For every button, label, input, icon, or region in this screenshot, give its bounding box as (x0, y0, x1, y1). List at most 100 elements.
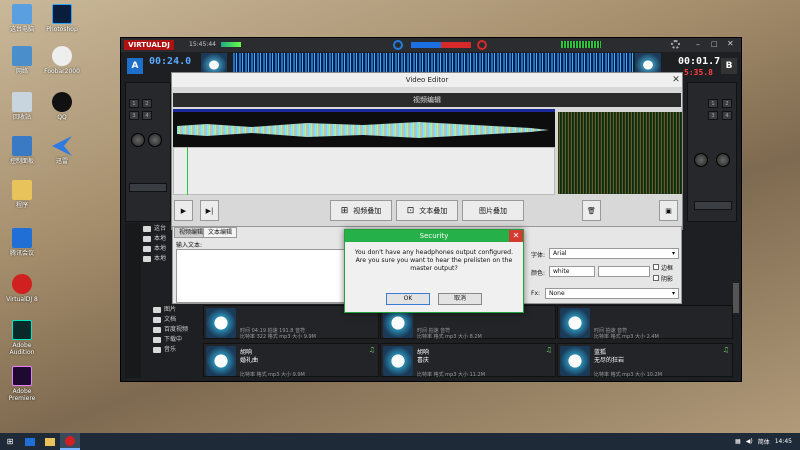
deck-b-controls: 1 2 3 4 (687, 82, 737, 222)
desktop-icon-label: 迅雷 (55, 158, 68, 165)
desktop-icon-foobar[interactable]: Foobar2000 (40, 46, 84, 75)
desktop-icon-label: Foobar2000 (44, 68, 80, 75)
playhead[interactable] (187, 147, 188, 195)
dialog-close-icon[interactable]: ✕ (509, 230, 523, 242)
color-swatch[interactable] (598, 266, 650, 277)
desktop-icon-virtualdj[interactable]: VirtualDJ 8 (0, 274, 44, 303)
folder-icon (153, 347, 161, 353)
desktop-icon-photoshop[interactable]: Photoshop (40, 4, 84, 33)
security-dialog: Security ✕ You don't have any headphones… (344, 229, 524, 313)
hotcue-2-b-button[interactable]: 2 (722, 99, 732, 108)
track-tile[interactable]: 胡响 喜庆 比特率 格式 mp3 大小 11.2M ♫ (380, 343, 556, 378)
desktop-icon-programs[interactable]: 程序 (0, 180, 44, 209)
hotcue-1-button[interactable]: 1 (129, 99, 139, 108)
meeting-icon (25, 437, 35, 446)
ime-indicator[interactable]: 简体 (758, 437, 770, 446)
save-button[interactable]: ▣ (659, 200, 678, 221)
rec-button[interactable] (477, 40, 487, 50)
hotcue-1-b-button[interactable]: 1 (708, 99, 718, 108)
desktop-icon-control-panel[interactable]: 控制面板 (0, 136, 44, 165)
folder-icon (153, 317, 161, 323)
tree-item[interactable]: 图片 (121, 305, 201, 315)
settings-gear-icon[interactable] (671, 40, 680, 49)
desktop-icon-qq[interactable]: QQ (40, 92, 84, 121)
crossfader-indicator[interactable] (411, 42, 471, 48)
hotcue-2-button[interactable]: 2 (142, 99, 152, 108)
video-waveform[interactable] (173, 112, 555, 147)
desktop-icon-label: QQ (57, 114, 67, 121)
desktop-icon-network[interactable]: 网络 (0, 46, 44, 75)
deck-b-sync-button[interactable] (694, 201, 732, 210)
shadow-checkbox[interactable] (653, 275, 659, 281)
network-icon[interactable]: ▦ (735, 438, 741, 445)
tree-item[interactable]: 百度视频 (121, 325, 201, 335)
tab-text-edit[interactable]: 文本编辑 (203, 227, 238, 238)
tree-item[interactable]: 音乐 (121, 345, 201, 355)
tree-item[interactable]: 下载中 (121, 335, 201, 345)
play-button[interactable]: ▶ (174, 200, 193, 221)
fx-select[interactable]: None ▾ (545, 288, 679, 299)
save-disk-icon: ▣ (665, 206, 672, 215)
desktop-icon-recycle-bin[interactable]: 回收站 (0, 92, 44, 121)
ok-button[interactable]: OK (386, 293, 430, 305)
image-overlay-button[interactable]: 图片叠加 (462, 200, 524, 221)
deck-a-gain-knob[interactable] (131, 133, 145, 147)
desktop-icon-label: Photoshop (46, 26, 78, 33)
track-tile[interactable]: 时间 拍速 音符 比特率 格式 mp3 大小 2.4M (557, 305, 733, 340)
vdj-logo: VIRTUALDJ (124, 40, 174, 50)
desktop-icon-label: VirtualDJ 8 (6, 296, 38, 303)
minimize-button[interactable]: – (696, 40, 700, 49)
taskbar-app-meeting[interactable] (20, 433, 40, 450)
border-checkbox[interactable] (653, 264, 659, 270)
font-select[interactable]: Arial ▾ (549, 248, 679, 259)
taskbar-app-explorer[interactable] (40, 433, 60, 450)
vdj-top-bar: VIRTUALDJ 15:45:44 – □ ✕ (121, 38, 741, 52)
maximize-button[interactable]: □ (711, 40, 718, 48)
desktop-icon-label: 控制面板 (9, 158, 34, 165)
desktop-icon-premiere[interactable]: Adobe Premiere (0, 366, 44, 402)
photoshop-icon (52, 4, 72, 24)
color-input[interactable]: white (549, 266, 595, 277)
hotcue-4-button[interactable]: 4 (142, 111, 152, 120)
folder-icon (143, 246, 151, 252)
desktop-icon-thunder[interactable]: 迅雷 (40, 136, 84, 165)
start-button[interactable]: ⊞ (0, 433, 20, 450)
browser-scrollbar[interactable] (733, 283, 739, 313)
cancel-button[interactable]: 取消 (438, 293, 482, 305)
text-overlay-button[interactable]: ⊡ 文本叠加 (396, 200, 458, 221)
video-timeline[interactable] (173, 147, 555, 195)
music-note-icon: ♫ (722, 346, 729, 354)
track-tile[interactable]: 胡响 婚礼曲 比特率 格式 mp3 大小 9.9M ♫ (203, 343, 379, 378)
fx-label: Fx: (531, 290, 541, 297)
taskbar-app-virtualdj[interactable] (60, 433, 80, 450)
volume-icon[interactable]: ◀) (746, 438, 753, 445)
track-tile[interactable]: 蓝狐 无尽的狂岩 比特率 格式 mp3 大小 10.2M ♫ (557, 343, 733, 378)
desktop-icon-computer[interactable]: 这台电脑 (0, 4, 44, 33)
deck-a-filter-knob[interactable] (148, 133, 162, 147)
text-input-area[interactable] (176, 249, 346, 303)
deck-b-filter-knob[interactable] (716, 153, 730, 167)
video-overlay-button[interactable]: ⊞ 视频叠加 (330, 200, 392, 221)
folder-icon (143, 256, 151, 262)
clock[interactable]: 14:45 (775, 438, 792, 445)
desktop-icon-label: Adobe Audition (9, 342, 35, 356)
close-button[interactable]: ✕ (727, 39, 734, 48)
tree-item[interactable]: 文档 (121, 315, 201, 325)
text-add-icon: ⊡ (406, 205, 415, 216)
delete-button[interactable]: 🗑 (582, 200, 601, 221)
video-editor-close-icon[interactable]: ✕ (670, 74, 682, 86)
desktop-icon-meeting[interactable]: 腾讯会议 (0, 228, 44, 257)
hotcue-3-b-button[interactable]: 3 (708, 111, 718, 120)
desktop-icon-label: 网络 (15, 68, 28, 75)
desktop-icon-audition[interactable]: Adobe Audition (0, 320, 44, 356)
deck-a-sync-button[interactable] (129, 183, 167, 192)
hotcue-4-b-button[interactable]: 4 (722, 111, 732, 120)
deck-b-gain-knob[interactable] (694, 153, 708, 167)
deck-b-label: B (721, 58, 737, 74)
hotcue-3-button[interactable]: 3 (129, 111, 139, 120)
record-button[interactable] (393, 40, 403, 50)
skip-next-button[interactable]: ▶| (200, 200, 219, 221)
cover-art (383, 346, 413, 376)
border-label: 边框 (661, 265, 674, 272)
folder-icon (153, 337, 161, 343)
